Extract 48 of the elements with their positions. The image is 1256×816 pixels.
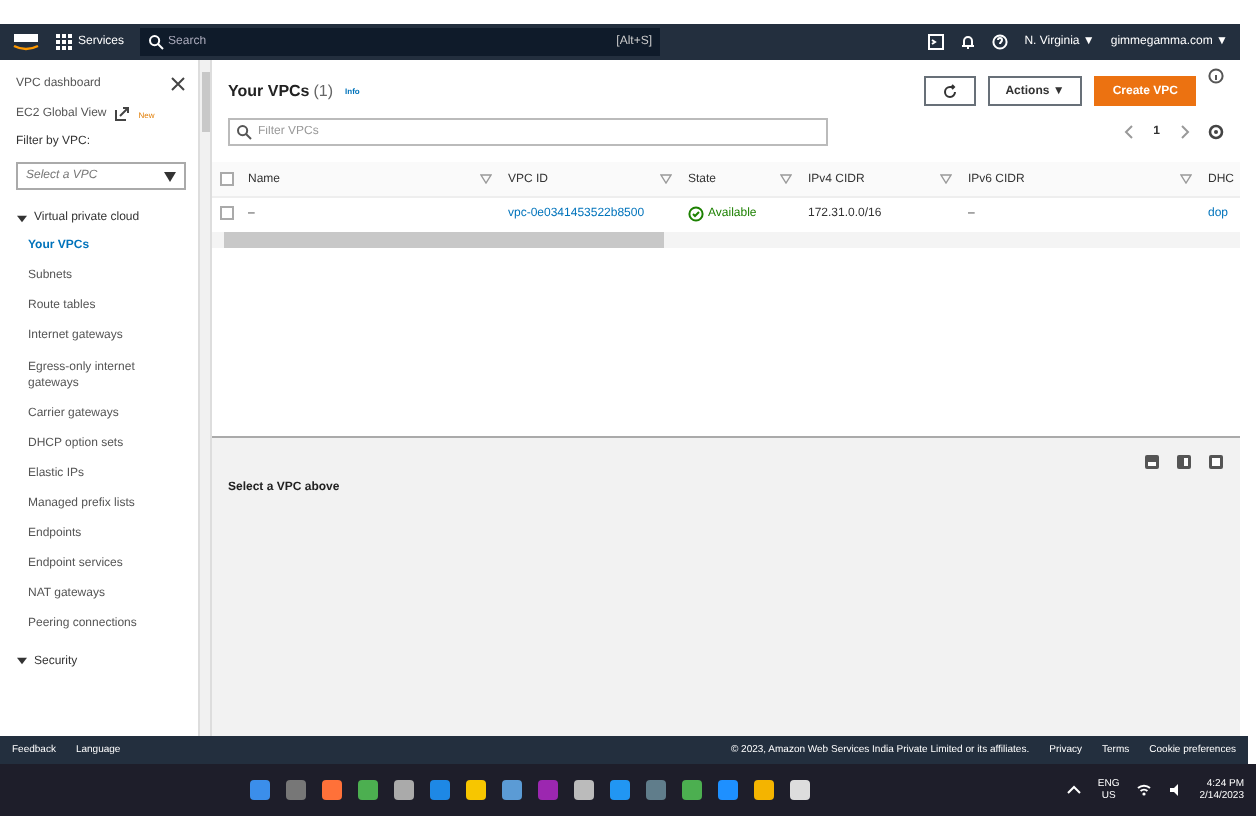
sort-caret-icon[interactable] [660, 174, 672, 184]
close-icon[interactable] [170, 76, 186, 93]
caret-icon [16, 213, 28, 224]
app-icon[interactable] [502, 780, 523, 800]
select-all-checkbox[interactable] [220, 172, 234, 186]
app-icon[interactable] [754, 780, 775, 800]
logo-icon [12, 32, 40, 52]
app-icon[interactable] [718, 780, 739, 800]
external-link-icon [114, 106, 131, 123]
split-side-icon[interactable] [1176, 454, 1192, 470]
refresh-button[interactable] [923, 76, 976, 106]
refresh-icon [941, 83, 958, 99]
app-icon[interactable] [358, 780, 379, 800]
horizontal-scrollbar[interactable] [212, 232, 1240, 248]
terminal-icon[interactable] [928, 34, 945, 50]
caret-icon [164, 171, 176, 182]
next-page-icon[interactable] [1176, 124, 1192, 140]
info-icon[interactable] [1208, 68, 1224, 84]
scrollbar[interactable] [200, 60, 212, 736]
app-icon[interactable] [610, 780, 631, 800]
row-checkbox[interactable] [220, 206, 234, 220]
speaker-icon[interactable] [1167, 782, 1184, 798]
item-count: (1) [313, 82, 334, 100]
search-icon [148, 34, 165, 50]
chevron-up-icon[interactable] [1065, 782, 1082, 798]
settings-icon[interactable] [1208, 124, 1224, 140]
split-bottom-icon[interactable] [1144, 454, 1160, 470]
split-full-icon[interactable] [1208, 454, 1224, 470]
app-icon[interactable] [250, 780, 271, 800]
sort-caret-icon[interactable] [780, 174, 792, 184]
app-icon[interactable] [466, 780, 487, 800]
page-title: Your VPCs [228, 82, 310, 100]
caret-icon [16, 656, 28, 666]
check-circle-icon [688, 205, 704, 221]
app-icon[interactable] [790, 780, 811, 800]
sort-caret-icon[interactable] [1180, 174, 1192, 184]
grid-icon [56, 34, 72, 50]
previous-page-icon[interactable] [1121, 124, 1138, 140]
help-icon[interactable] [992, 34, 1009, 50]
bell-icon[interactable] [960, 34, 977, 50]
sort-caret-icon[interactable] [940, 174, 952, 184]
app-icon[interactable] [574, 780, 595, 800]
wifi-icon[interactable] [1135, 782, 1152, 798]
app-icon[interactable] [394, 780, 415, 800]
app-icon[interactable] [322, 780, 343, 800]
app-icon[interactable] [682, 780, 703, 800]
sort-caret-icon[interactable] [480, 174, 492, 184]
search-icon [236, 124, 252, 140]
